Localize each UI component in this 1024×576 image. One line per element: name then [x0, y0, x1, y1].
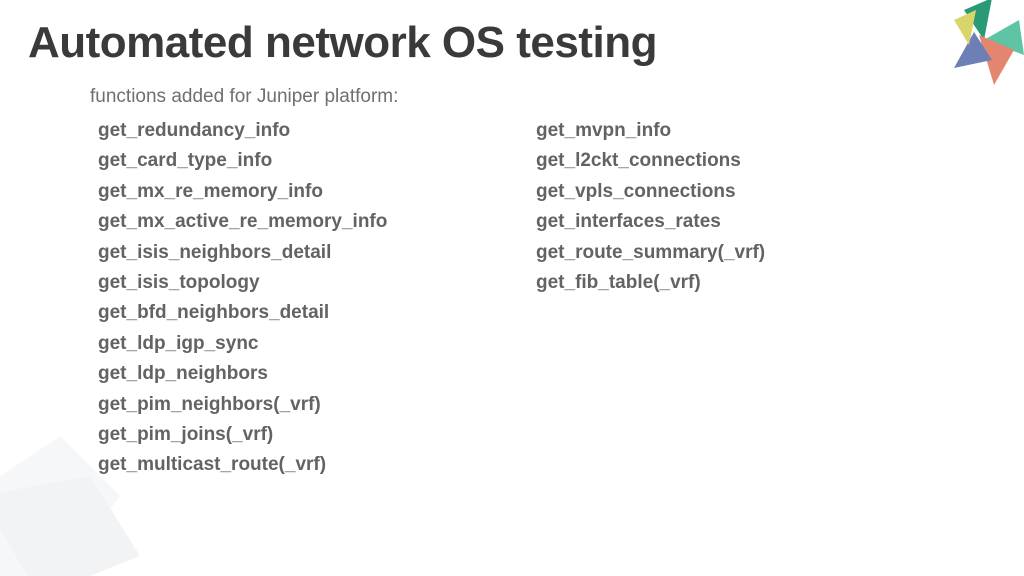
list-item: get_multicast_route(_vrf) — [98, 450, 387, 480]
list-item: get_card_type_info — [98, 146, 387, 176]
list-item: get_mx_active_re_memory_info — [98, 207, 387, 237]
list-item: get_fib_table(_vrf) — [536, 268, 765, 298]
function-list-left: get_redundancy_info get_card_type_info g… — [98, 116, 387, 481]
subtitle-text: functions added for Juniper platform: — [90, 86, 398, 108]
list-item: get_ldp_igp_sync — [98, 329, 387, 359]
list-item: get_ldp_neighbors — [98, 359, 387, 389]
list-item: get_pim_neighbors(_vrf) — [98, 390, 387, 420]
function-list-right: get_mvpn_info get_l2ckt_connections get_… — [536, 116, 765, 298]
list-item: get_mvpn_info — [536, 116, 765, 146]
page-title: Automated network OS testing — [28, 18, 657, 68]
list-item: get_isis_topology — [98, 268, 387, 298]
list-item: get_isis_neighbors_detail — [98, 238, 387, 268]
list-item: get_interfaces_rates — [536, 207, 765, 237]
list-item: get_bfd_neighbors_detail — [98, 298, 387, 328]
list-item: get_vpls_connections — [536, 177, 765, 207]
list-item: get_route_summary(_vrf) — [536, 238, 765, 268]
list-item: get_l2ckt_connections — [536, 146, 765, 176]
corner-shapes-icon — [924, 0, 1024, 100]
list-item: get_mx_re_memory_info — [98, 177, 387, 207]
list-item: get_redundancy_info — [98, 116, 387, 146]
list-item: get_pim_joins(_vrf) — [98, 420, 387, 450]
